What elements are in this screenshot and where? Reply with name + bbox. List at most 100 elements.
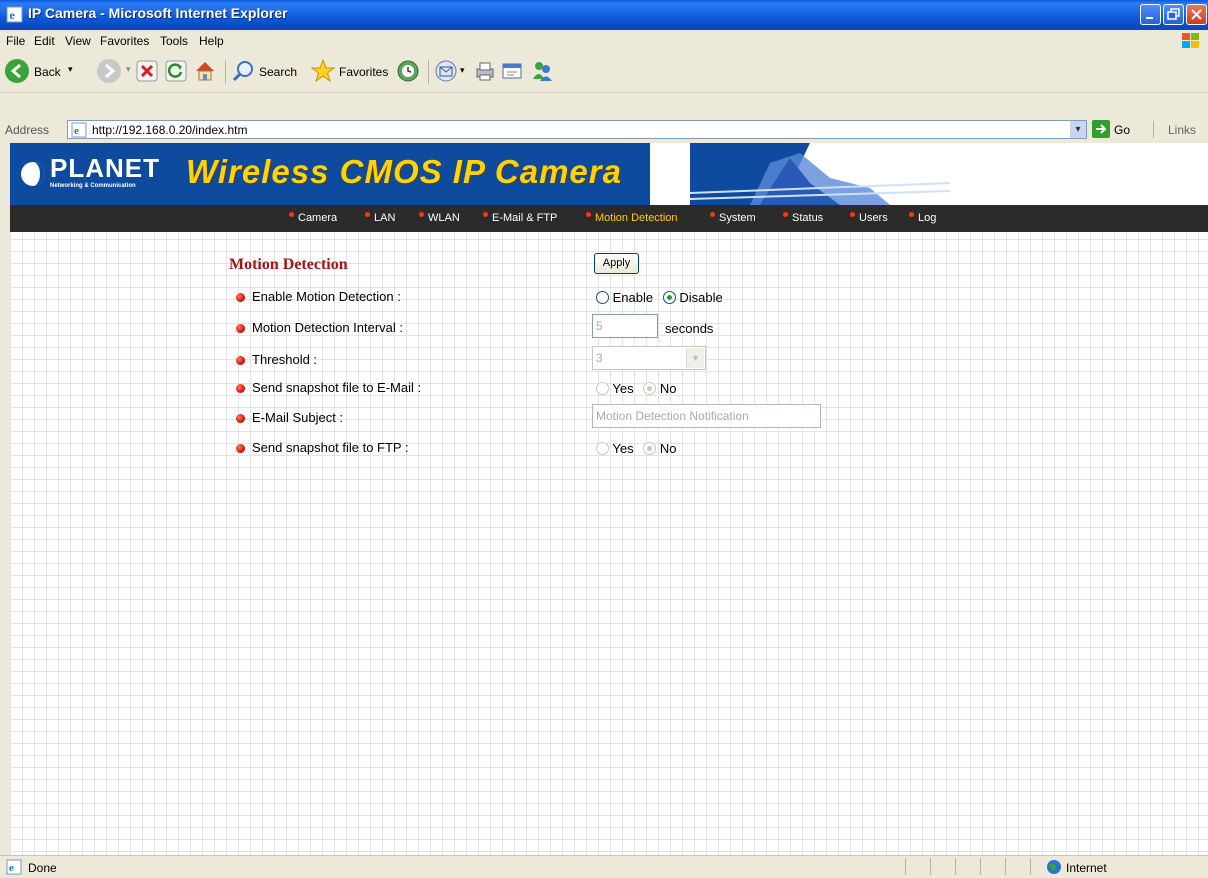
ftp-snapshot-radio-group: Yes No [596,441,676,456]
svg-text:e: e [9,862,14,874]
apply-button[interactable]: Apply [594,253,639,274]
menu-tools[interactable]: Tools [160,34,188,48]
edit-button[interactable] [500,59,524,86]
refresh-button[interactable] [165,60,187,85]
email-subject-input[interactable]: Motion Detection Notification [592,404,821,428]
enable-radio-label[interactable]: Enable [613,290,653,305]
nav-bullet-icon [586,212,591,217]
favorites-button[interactable]: Favorites [310,58,388,87]
status-text: Done [28,861,57,875]
nav-log[interactable]: Log [909,212,936,224]
back-button[interactable]: Back ▾ [4,58,73,87]
chevron-down-icon: ▼ [686,348,704,368]
forward-arrow-icon [97,59,121,83]
ftp-snapshot-label: Send snapshot file to FTP : [236,440,409,455]
disable-radio-label[interactable]: Disable [679,290,722,305]
mail-icon [435,60,457,82]
security-zone: Internet [1066,861,1107,875]
email-subject-text: E-Mail Subject : [252,410,344,425]
address-dropdown-icon[interactable]: ▾ [1070,121,1086,138]
camera-banner: PLANET Networking & Communication Wirele… [10,143,1208,205]
messenger-icon [533,62,552,81]
links-label[interactable]: Links [1168,123,1196,137]
menu-help[interactable]: Help [199,34,224,48]
close-window-button[interactable] [1186,4,1207,25]
forward-button[interactable]: ▾ [96,58,131,87]
minimize-button[interactable] [1140,4,1161,25]
interval-label: Motion Detection Interval : [236,320,403,335]
threshold-text: Threshold : [252,352,318,367]
disable-radio[interactable] [662,291,676,304]
bullet-icon [236,444,245,453]
nav-email-ftp[interactable]: E-Mail & FTP [483,212,557,224]
search-label: Search [259,65,298,79]
nav-users-label: Users [859,212,888,224]
menu-view[interactable]: View [65,34,91,48]
menu-edit[interactable]: Edit [34,34,55,48]
enable-radio[interactable] [596,291,609,304]
interval-input[interactable]: 5 [592,314,658,338]
ftp-snapshot-text: Send snapshot file to FTP : [252,440,409,455]
mail-dropdown-icon[interactable]: ▾ [460,65,465,76]
back-arrow-icon [5,59,29,83]
page-icon: e [71,122,87,138]
svg-text:e: e [74,125,79,137]
ftp-yes-label[interactable]: Yes [612,441,633,456]
window-left-border [0,143,10,855]
building-graphic-icon [690,143,950,205]
email-no-label[interactable]: No [660,381,677,396]
nav-wlan[interactable]: WLAN [419,212,460,224]
email-yes-radio[interactable] [596,382,609,395]
mail-button[interactable]: ▾ [434,59,465,86]
nav-users[interactable]: Users [850,212,888,224]
restore-button[interactable] [1163,4,1184,25]
nav-status[interactable]: Status [783,212,823,224]
bullet-icon [236,384,245,393]
stop-button[interactable] [136,60,158,85]
nav-lan[interactable]: LAN [365,212,395,224]
edit-page-icon [502,63,522,79]
menu-file[interactable]: File [6,34,25,48]
product-title: Wireless CMOS IP Camera [186,153,622,190]
favorites-label: Favorites [339,65,389,79]
messenger-button[interactable] [530,59,554,86]
nav-system-label: System [719,212,756,224]
ftp-no-label[interactable]: No [660,441,677,456]
nav-bullet-icon [289,212,294,217]
back-dropdown-icon[interactable]: ▾ [68,64,73,75]
search-button[interactable]: Search [231,59,297,86]
nav-bullet-icon [419,212,424,217]
nav-motion-detection[interactable]: Motion Detection [586,212,678,224]
internet-globe-icon [1047,860,1061,874]
bullet-icon [236,356,245,365]
ftp-yes-radio[interactable] [596,442,609,455]
enable-motion-detection-text: Enable Motion Detection : [252,289,401,304]
forward-dropdown-icon[interactable]: ▾ [126,64,131,75]
threshold-select[interactable]: 3 ▼ [592,346,706,370]
email-yes-label[interactable]: Yes [612,381,633,396]
print-icon [476,62,494,81]
address-bar: Address e http://192.168.0.20/index.htm … [0,117,1208,144]
back-label: Back [34,65,61,79]
home-button[interactable] [193,59,217,86]
nav-motion-detection-label: Motion Detection [595,212,678,224]
search-icon [232,61,253,82]
ftp-no-radio[interactable] [643,442,657,455]
go-button[interactable]: Go [1092,120,1130,141]
stop-icon [136,60,158,82]
nav-bullet-icon [783,212,788,217]
favorites-star-icon [310,58,336,83]
threshold-value: 3 [596,351,603,365]
nav-bullet-icon [483,212,488,217]
nav-camera[interactable]: Camera [289,212,337,224]
menu-favorites[interactable]: Favorites [100,34,149,48]
nav-system[interactable]: System [710,212,756,224]
print-button[interactable] [473,59,497,86]
refresh-icon [165,60,187,82]
interval-unit: seconds [665,321,714,336]
history-button[interactable] [396,59,420,86]
email-no-radio[interactable] [643,382,657,395]
address-input[interactable]: e http://192.168.0.20/index.htm ▾ [67,120,1087,139]
enable-radio-group: Enable Disable [596,290,723,305]
planet-brand-sub: Networking & Communication [50,183,136,189]
